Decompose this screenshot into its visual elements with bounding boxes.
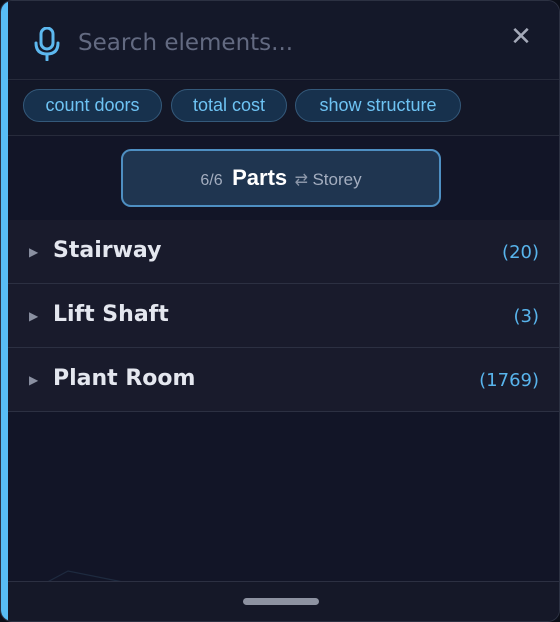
visible-count: 6/6	[200, 172, 223, 189]
active-grouping-label: Parts	[232, 165, 288, 190]
group-count: (20)	[502, 242, 539, 263]
search-bar: ✕	[8, 1, 559, 80]
close-icon[interactable]: ✕	[509, 24, 533, 50]
triangle-right-icon: ▶	[29, 373, 39, 387]
group-row-stairway[interactable]: ▶ Stairway (20)	[8, 220, 559, 284]
triangle-right-icon: ▶	[29, 245, 39, 259]
group-name: Lift Shaft	[53, 302, 169, 327]
resize-handle[interactable]	[243, 598, 319, 605]
swap-icon: ⇄	[294, 172, 308, 189]
triangle-right-icon: ▶	[29, 309, 39, 323]
group-list: ▶ Stairway (20) ▶ Lift Shaft (3) ▶ Plant…	[8, 220, 559, 412]
group-name: Stairway	[53, 238, 162, 263]
group-name: Plant Room	[53, 366, 196, 391]
search-panel: ✕ count doors total cost show structure …	[0, 0, 560, 622]
search-input[interactable]	[78, 23, 478, 63]
chip-show-structure[interactable]: show structure	[295, 89, 461, 122]
alternate-grouping-label: Storey	[312, 170, 362, 189]
chip-total-cost[interactable]: total cost	[171, 89, 287, 122]
group-count: (1769)	[479, 370, 539, 391]
accent-bar	[1, 1, 8, 621]
group-row-lift-shaft[interactable]: ▶ Lift Shaft (3)	[8, 284, 559, 348]
grouping-toggle-button[interactable]: 6/6 Parts ⇄ Storey	[121, 149, 441, 207]
group-row-plant-room[interactable]: ▶ Plant Room (1769)	[8, 348, 559, 412]
suggestion-chips: count doors total cost show structure	[8, 81, 559, 136]
group-count: (3)	[513, 306, 540, 327]
microphone-icon[interactable]	[34, 27, 60, 61]
panel-footer	[8, 581, 559, 621]
chip-count-doors[interactable]: count doors	[23, 89, 162, 122]
